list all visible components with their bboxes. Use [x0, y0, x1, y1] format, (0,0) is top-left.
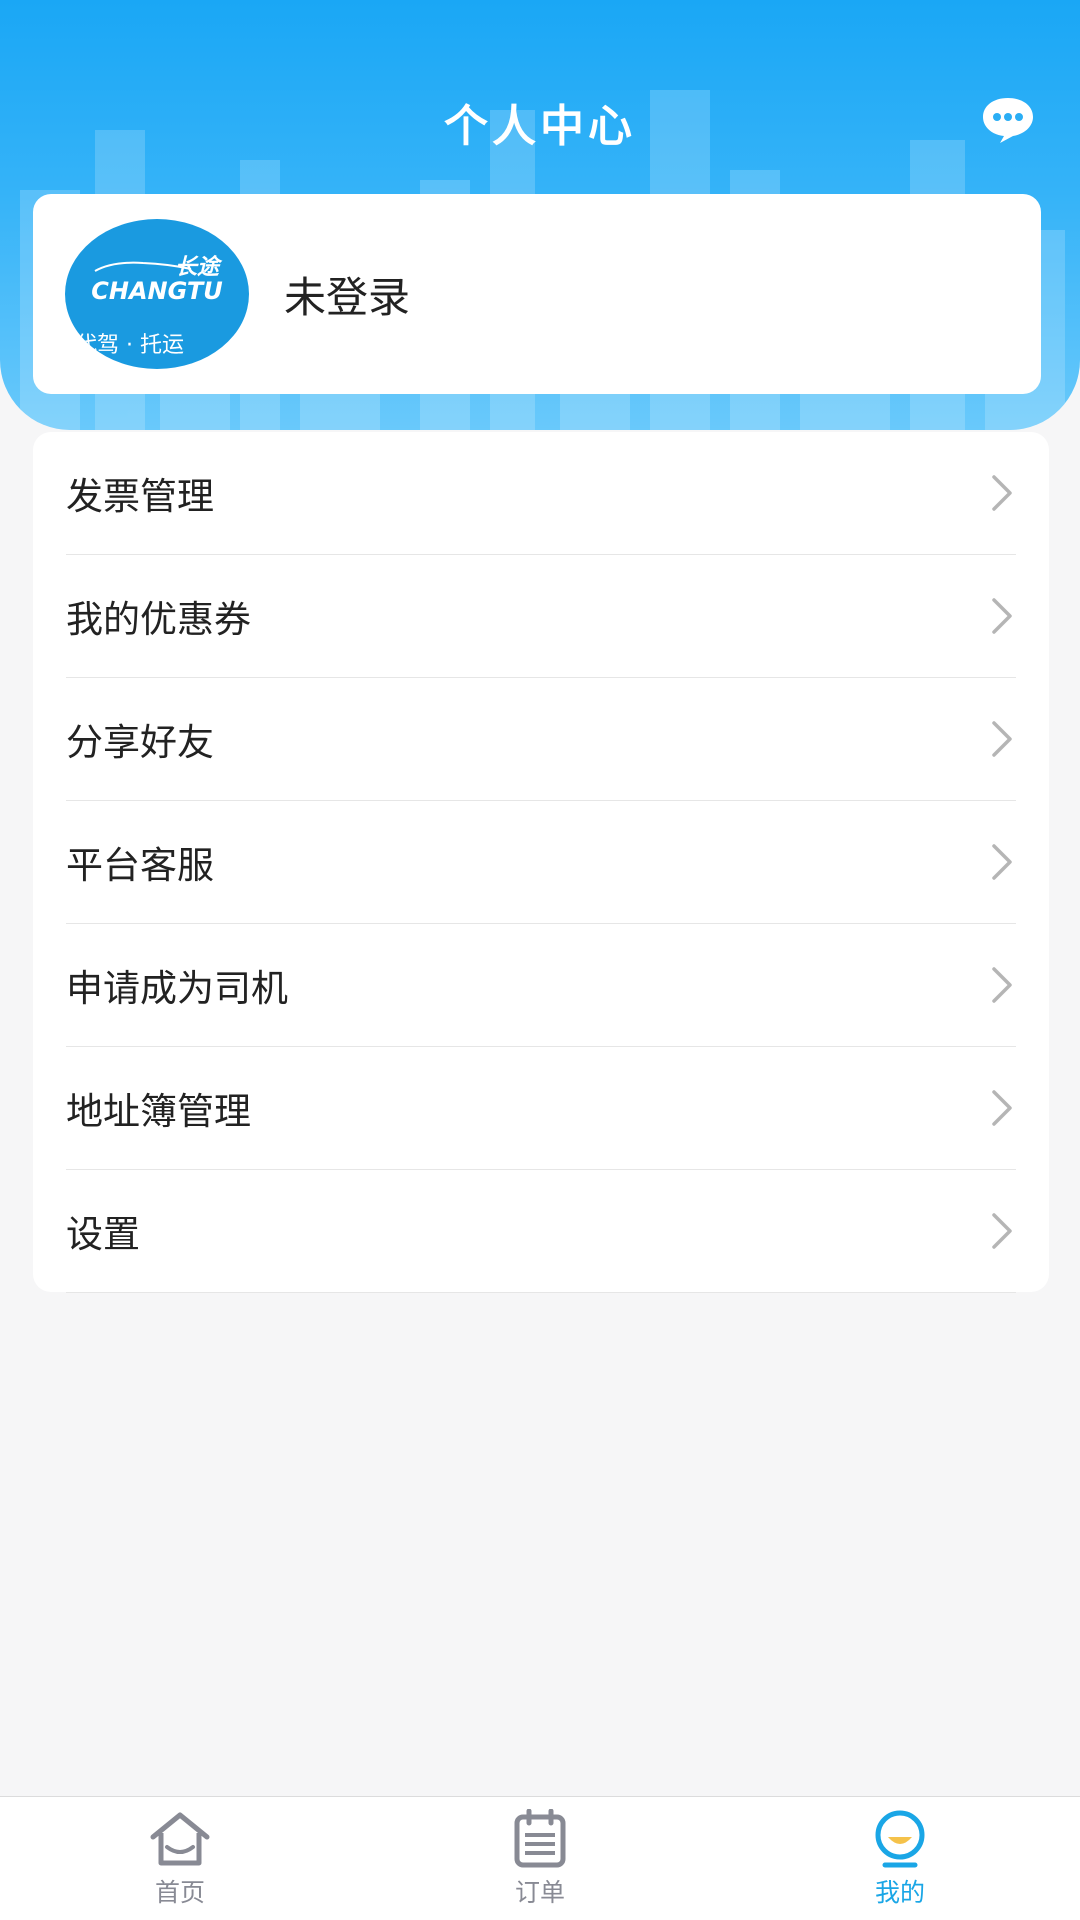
menu-item-label: 分享好友: [66, 721, 214, 764]
menu-item-label: 发票管理: [66, 475, 214, 518]
page-title: 个人中心: [444, 101, 636, 152]
menu-item-label: 地址簿管理: [66, 1090, 251, 1133]
message-button[interactable]: [980, 96, 1036, 144]
menu-item-invoice-management[interactable]: 发票管理: [66, 432, 1016, 555]
home-icon: [150, 1812, 210, 1865]
tab-home-label: 首页: [154, 1877, 205, 1907]
profile-icon: [875, 1810, 925, 1867]
menu-card: 发票管理 我的优惠券 分享好友 平台客服 申请成为司机 地址簿管理 设置: [33, 432, 1049, 1293]
tab-orders[interactable]: 订单: [440, 1797, 640, 1920]
menu-item-address-book[interactable]: 地址簿管理: [66, 1047, 1016, 1170]
chevron-right-icon: [992, 844, 1012, 880]
tab-home[interactable]: 首页: [80, 1797, 280, 1920]
menu-item-customer-service[interactable]: 平台客服: [66, 801, 1016, 924]
tab-profile[interactable]: 我的: [800, 1797, 1000, 1920]
tab-profile-label: 我的: [874, 1877, 925, 1907]
chevron-right-icon: [992, 1213, 1012, 1249]
login-status-text[interactable]: 未登录: [284, 264, 410, 325]
chevron-right-icon: [992, 1090, 1012, 1126]
orders-icon: [514, 1808, 566, 1867]
menu-item-my-coupons[interactable]: 我的优惠券: [66, 555, 1016, 678]
menu-item-share-friends[interactable]: 分享好友: [66, 678, 1016, 801]
logo-text-en: CHANGTU: [91, 277, 223, 305]
menu-item-settings[interactable]: 设置: [66, 1170, 1016, 1293]
chevron-right-icon: [992, 721, 1012, 757]
bottom-tab-bar: 首页 订单 我的: [0, 1796, 1080, 1920]
chevron-right-icon: [992, 598, 1012, 634]
profile-card[interactable]: 长途 CHANGTU 代驾 · 托运 未登录: [33, 194, 1041, 394]
menu-item-label: 我的优惠券: [66, 598, 251, 641]
tab-orders-label: 订单: [514, 1877, 565, 1907]
page: 个人中心 长途 CHANGTU 代驾 · 托运 未登录 发票管理 我的优惠券 分…: [0, 0, 1080, 1920]
menu-item-apply-driver[interactable]: 申请成为司机: [66, 924, 1016, 1047]
menu-item-label: 平台客服: [66, 844, 214, 887]
chevron-right-icon: [992, 475, 1012, 511]
chevron-right-icon: [992, 967, 1012, 1003]
menu-item-label: 设置: [66, 1213, 140, 1256]
logo-subtitle: 代驾 · 托运: [75, 333, 184, 358]
menu-item-label: 申请成为司机: [66, 967, 288, 1010]
avatar[interactable]: 长途 CHANGTU 代驾 · 托运: [65, 219, 249, 369]
chat-bubble-icon: [983, 98, 1033, 143]
